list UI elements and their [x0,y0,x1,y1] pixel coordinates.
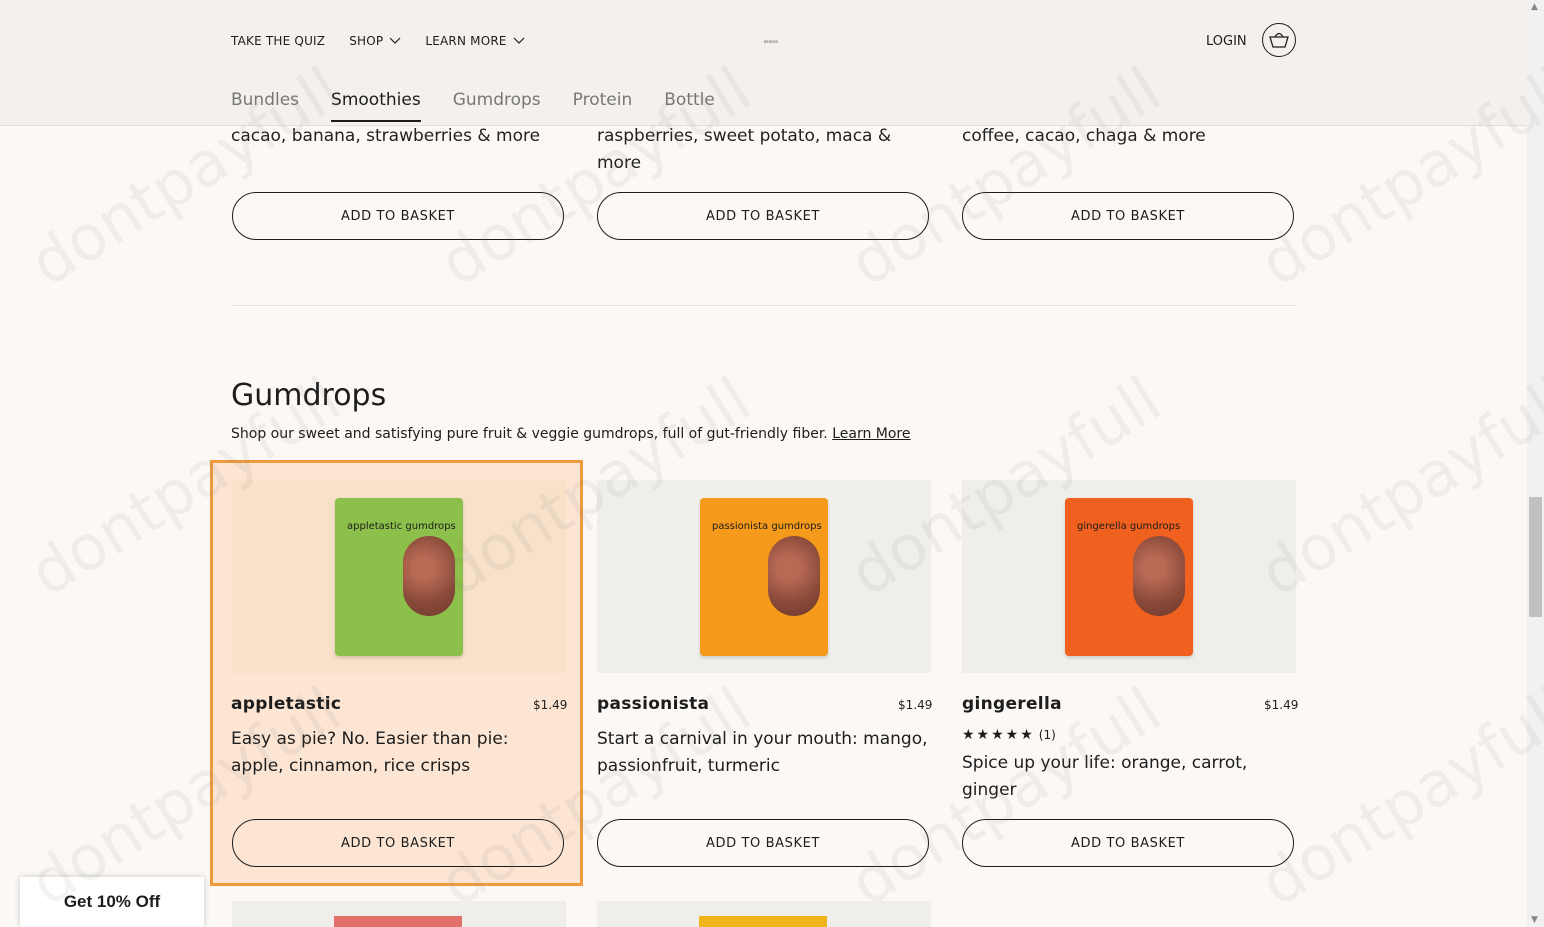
product-image[interactable] [232,901,566,927]
tab-bottle[interactable]: Bottle [664,90,715,122]
product-price: $1.49 [898,698,933,712]
gingerella-bag-image: gingerella gumdrops [1065,497,1193,656]
product-desc: Easy as pie? No. Easier than pie: apple,… [231,729,509,776]
add-to-basket-button[interactable]: ADD TO BASKET [597,819,929,867]
product-price: $1.49 [1264,698,1299,712]
logo[interactable]: kencko [764,39,778,44]
product-price: $1.49 [533,698,568,712]
scroll-up-icon[interactable]: ▲ [1531,2,1538,12]
product-name[interactable]: appletastic [231,694,341,714]
smoothie-desc: coffee, cacao, chaga & more [962,126,1206,146]
tab-bundles[interactable]: Bundles [231,90,299,122]
basket-icon[interactable] [1262,23,1296,57]
tab-protein[interactable]: Protein [573,90,633,122]
scrollbar-thumb[interactable] [1529,497,1542,617]
category-tabs: Bundles Smoothies Gumdrops Protein Bottl… [231,90,715,122]
add-to-basket-button[interactable]: ADD TO BASKET [232,192,564,240]
add-to-basket-button[interactable]: ADD TO BASKET [232,819,564,867]
smoothie-desc: cacao, banana, strawberries & more [231,126,541,146]
appletastic-bag-image: appletastic gumdrops [335,497,463,656]
star-rating[interactable]: ★★★★★ (1) [962,727,1056,743]
add-to-basket-button[interactable]: ADD TO BASKET [962,192,1294,240]
nav-take-quiz[interactable]: TAKE THE QUIZ [231,34,325,48]
product-desc: Start a carnival in your mouth: mango, p… [597,729,928,776]
site-header: TAKE THE QUIZ SHOP LEARN MORE kencko LOG… [0,0,1527,126]
section-title: Gumdrops [231,378,387,413]
nav-shop[interactable]: SHOP [349,34,401,48]
section-divider [231,305,1296,306]
top-nav: TAKE THE QUIZ SHOP LEARN MORE [231,34,525,48]
tab-gumdrops[interactable]: Gumdrops [453,90,541,122]
scroll-down-icon[interactable]: ▼ [1531,915,1538,925]
product-image[interactable] [597,901,931,927]
add-to-basket-button[interactable]: ADD TO BASKET [597,192,929,240]
passionista-bag-image: passionista gumdrops [700,497,828,656]
discount-promo-button[interactable]: Get 10% Off [20,877,204,927]
chevron-down-icon [389,37,401,44]
smoothie-desc: raspberries, sweet potato, maca & more [597,126,892,173]
product-name[interactable]: gingerella [962,694,1062,714]
product-name[interactable]: passionista [597,694,709,714]
scrollbar[interactable]: ▲ ▼ [1527,0,1544,927]
product-desc: Spice up your life: orange, carrot, ging… [962,753,1248,800]
stars-icon: ★★★★★ [962,727,1035,743]
review-count: (1) [1038,728,1056,742]
section-subtitle: Shop our sweet and satisfying pure fruit… [231,426,911,442]
product-image[interactable]: gingerella gumdrops [962,480,1296,673]
nav-learn-more[interactable]: LEARN MORE [425,34,525,48]
add-to-basket-button[interactable]: ADD TO BASKET [962,819,1294,867]
product-image[interactable]: appletastic gumdrops [232,480,566,673]
product-image[interactable]: passionista gumdrops [597,480,931,673]
learn-more-link[interactable]: Learn More [832,426,910,442]
chevron-down-icon [513,37,525,44]
tab-smoothies[interactable]: Smoothies [331,90,421,122]
login-link[interactable]: LOGIN [1206,34,1247,49]
